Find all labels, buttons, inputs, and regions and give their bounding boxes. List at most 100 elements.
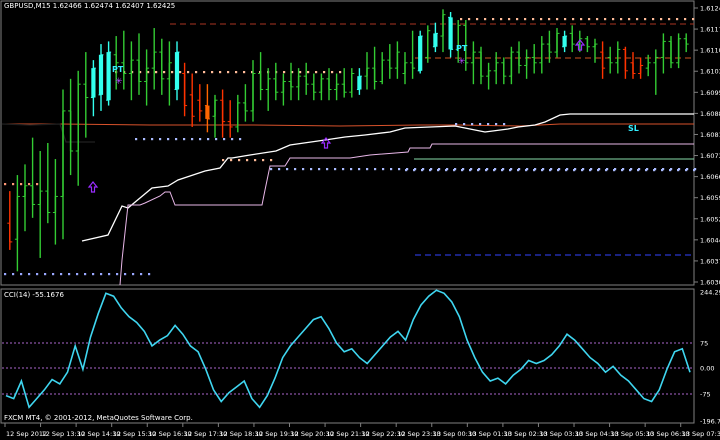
dot-level <box>503 123 506 126</box>
dot-level <box>645 169 648 172</box>
dot-level <box>140 273 143 276</box>
candle-body <box>624 49 627 71</box>
dot-level <box>621 169 624 172</box>
dot-level <box>693 169 696 172</box>
dot-level <box>147 71 150 74</box>
candle-body <box>556 33 558 53</box>
dot-level <box>636 18 639 21</box>
dot-level <box>339 71 342 74</box>
candle <box>440 9 446 53</box>
dot-level <box>556 18 559 21</box>
dot-level <box>283 71 286 74</box>
dot-level <box>100 273 103 276</box>
candle <box>668 36 674 69</box>
dot-level <box>148 273 151 276</box>
dot-level <box>143 138 146 141</box>
candle <box>508 46 514 85</box>
candle-body <box>98 54 104 95</box>
candle-body <box>639 65 642 74</box>
dot-level <box>52 273 55 276</box>
dot-level <box>155 71 158 74</box>
dot-level <box>254 159 257 162</box>
dot-level <box>227 71 230 74</box>
dot-level <box>171 71 174 74</box>
dot-level <box>485 169 488 172</box>
dot-level <box>270 168 273 171</box>
candle-body <box>91 68 96 98</box>
dot-level <box>187 71 190 74</box>
candle-body <box>381 60 383 82</box>
candle-body <box>69 110 72 152</box>
candle <box>493 52 499 85</box>
candle <box>372 46 378 90</box>
candle <box>592 38 598 63</box>
candle-body <box>168 62 171 79</box>
candle-body <box>191 94 193 117</box>
price-tick-label: 1.60305 <box>700 279 720 287</box>
pt-label: PT <box>112 65 124 74</box>
dot-level <box>613 169 616 172</box>
candle-body <box>442 14 444 37</box>
candle-body <box>677 38 680 63</box>
dot-level <box>310 168 313 171</box>
candle <box>600 41 606 79</box>
candle <box>607 46 613 74</box>
dot-level <box>692 18 695 21</box>
dot-level <box>565 169 568 172</box>
dot-level <box>36 273 39 276</box>
dot-level <box>477 169 480 172</box>
dot-level <box>479 123 482 126</box>
dot-level <box>605 169 608 172</box>
dot-level <box>92 273 95 276</box>
candle-body <box>448 17 453 50</box>
candle <box>478 46 484 85</box>
dot-level <box>589 169 592 172</box>
dot-level <box>532 18 535 21</box>
dot-level <box>596 18 599 21</box>
dot-level <box>262 159 265 162</box>
up-arrow-icon <box>87 181 99 193</box>
candle-body <box>205 105 210 119</box>
candle <box>212 94 218 138</box>
dot-level <box>315 71 318 74</box>
dot-level <box>653 169 656 172</box>
candle <box>90 60 96 117</box>
candle-body <box>335 84 338 90</box>
candle <box>387 44 393 79</box>
candle-body <box>503 62 505 77</box>
candle <box>356 68 362 95</box>
candle-body <box>9 223 11 242</box>
dot-level <box>644 18 647 21</box>
cci-panel-frame <box>0 288 695 424</box>
dot-level <box>509 169 512 172</box>
candle <box>448 12 454 58</box>
dot-level <box>243 71 246 74</box>
time-axis: 12 Sep 201212 Sep 13:3012 Sep 14:3012 Se… <box>4 423 720 438</box>
candle <box>151 28 157 90</box>
dot-level <box>167 138 170 141</box>
footer-copyright: FXCM MT4, © 2001-2012, MetaQuotes Softwa… <box>4 414 193 422</box>
dot-level <box>108 273 111 276</box>
candle-body <box>282 81 285 93</box>
black-trail-line <box>1 123 95 143</box>
dot-level <box>476 18 479 21</box>
candle-body <box>106 52 111 101</box>
dot-level <box>541 169 544 172</box>
dot-level <box>195 71 198 74</box>
dot-level <box>223 138 226 141</box>
candle <box>569 25 575 53</box>
candle <box>280 73 286 106</box>
candle <box>174 41 180 101</box>
dot-level <box>597 169 600 172</box>
dot-level <box>517 169 520 172</box>
candle <box>242 84 248 122</box>
dot-level <box>28 183 31 186</box>
candle-body <box>480 52 482 77</box>
cci-tick-label: -75 <box>700 391 711 399</box>
candle <box>676 33 682 69</box>
dot-level <box>219 71 222 74</box>
candle-body <box>427 30 429 58</box>
dot-level <box>307 71 310 74</box>
dot-level <box>270 159 273 162</box>
price-tick-label: 1.60660 <box>700 173 720 181</box>
